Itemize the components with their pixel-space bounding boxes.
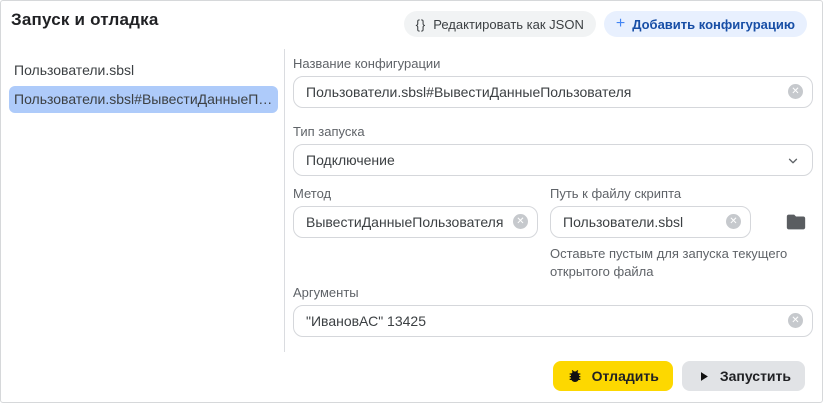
clear-icon[interactable]: ✕ [788, 313, 803, 328]
configuration-list: Пользователи.sbsl Пользователи.sbsl#Выве… [9, 57, 278, 115]
play-icon [696, 369, 711, 384]
braces-icon: {} [416, 17, 427, 32]
config-name-label: Название конфигурации [293, 56, 813, 72]
debug-button[interactable]: Отладить [553, 361, 673, 391]
header-actions: {} Редактировать как JSON + Добавить кон… [404, 11, 807, 37]
method-group: Метод ✕ [293, 186, 538, 238]
run-button-label: Запустить [720, 368, 791, 384]
vertical-divider [284, 49, 285, 352]
plus-icon: + [616, 16, 625, 32]
launch-type-label: Тип запуска [293, 124, 813, 140]
edit-as-json-button[interactable]: {} Редактировать как JSON [404, 11, 596, 37]
script-path-group: Путь к файлу скрипта ✕ Оставьте пустым д… [550, 186, 751, 281]
add-configuration-button[interactable]: + Добавить конфигурацию [604, 11, 807, 37]
arguments-input[interactable] [293, 305, 813, 337]
debug-button-label: Отладить [592, 368, 659, 384]
method-path-row: Метод ✕ Путь к файлу скрипта ✕ Оставьте … [293, 186, 813, 281]
folder-icon [785, 211, 807, 233]
method-input[interactable] [293, 206, 538, 238]
configuration-form: Название конфигурации ✕ Тип запуска Подк… [293, 49, 813, 353]
config-name-group: Название конфигурации ✕ [293, 56, 813, 108]
arguments-label: Аргументы [293, 285, 813, 301]
arguments-group: Аргументы ✕ [293, 285, 813, 337]
configuration-list-item-selected[interactable]: Пользователи.sbsl#ВывестиДанныеПользоват… [9, 86, 278, 113]
page-title: Запуск и отладка [11, 10, 159, 30]
script-path-label: Путь к файлу скрипта [550, 186, 751, 202]
script-path-input[interactable] [550, 206, 751, 238]
add-configuration-label: Добавить конфигурацию [632, 17, 795, 32]
launch-type-group: Тип запуска Подключение [293, 124, 813, 176]
footer-actions: Отладить Запустить [553, 361, 805, 391]
method-label: Метод [293, 186, 538, 202]
clear-icon[interactable]: ✕ [726, 214, 741, 229]
browse-file-button[interactable] [785, 211, 807, 233]
clear-icon[interactable]: ✕ [513, 214, 528, 229]
bug-icon [567, 368, 583, 384]
chevron-down-icon [786, 154, 800, 168]
launch-type-value: Подключение [306, 152, 395, 168]
launch-type-select[interactable]: Подключение [293, 144, 813, 176]
edit-as-json-label: Редактировать как JSON [433, 17, 584, 32]
script-path-helper-text: Оставьте пустым для запуска текущего отк… [550, 245, 800, 281]
run-button[interactable]: Запустить [682, 361, 805, 391]
clear-icon[interactable]: ✕ [788, 84, 803, 99]
configuration-list-item[interactable]: Пользователи.sbsl [9, 57, 278, 84]
config-name-input[interactable] [293, 76, 813, 108]
launch-debug-panel: Запуск и отладка {} Редактировать как JS… [0, 0, 823, 403]
